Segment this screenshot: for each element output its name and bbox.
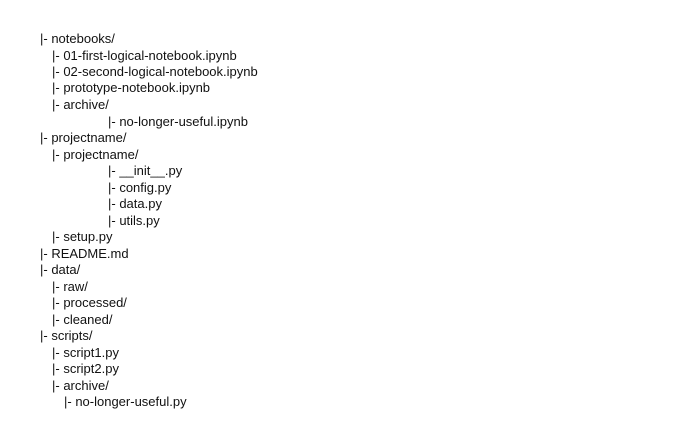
tree-line-utils-file: |- utils.py — [108, 213, 160, 228]
tree-line-init-file: |- __init__.py — [108, 163, 183, 178]
tree-line-readme-file: |- README.md — [40, 246, 129, 261]
tree-line-projectname-folder: |- projectname/ — [40, 130, 127, 145]
tree-line-data-file: |- data.py — [108, 196, 162, 211]
tree-line-setup-file: |- setup.py — [52, 229, 113, 244]
tree-line-projectname-subfolder: |- projectname/ — [52, 147, 139, 162]
tree-line-no-longer-useful-script: |- no-longer-useful.py — [64, 394, 187, 409]
tree-line-prototype-notebook: |- prototype-notebook.ipynb — [52, 80, 211, 95]
tree-line-script1-file: |- script1.py — [52, 345, 119, 360]
tree-line-notebooks-folder: |- notebooks/ — [40, 31, 115, 46]
tree-line-scripts-folder: |- scripts/ — [40, 328, 93, 343]
tree-line-cleaned-folder: |- cleaned/ — [52, 312, 113, 327]
tree-line-raw-folder: |- raw/ — [52, 279, 88, 294]
tree-line-first-notebook: |- 01-first-logical-notebook.ipynb — [52, 48, 237, 63]
tree-line-data-folder: |- data/ — [40, 262, 81, 277]
tree-line-script2-file: |- script2.py — [52, 361, 119, 376]
tree-line-config-file: |- config.py — [108, 180, 172, 195]
tree-line-processed-folder: |- processed/ — [52, 295, 127, 310]
tree-line-no-longer-useful-notebook: |- no-longer-useful.ipynb — [108, 114, 248, 129]
directory-tree: |- notebooks/ |- 01-first-logical-notebo… — [0, 0, 693, 426]
tree-line-second-notebook: |- 02-second-logical-notebook.ipynb — [52, 64, 258, 79]
tree-line-scripts-archive-folder: |- archive/ — [52, 378, 109, 393]
tree-line-notebooks-archive-folder: |- archive/ — [52, 97, 109, 112]
